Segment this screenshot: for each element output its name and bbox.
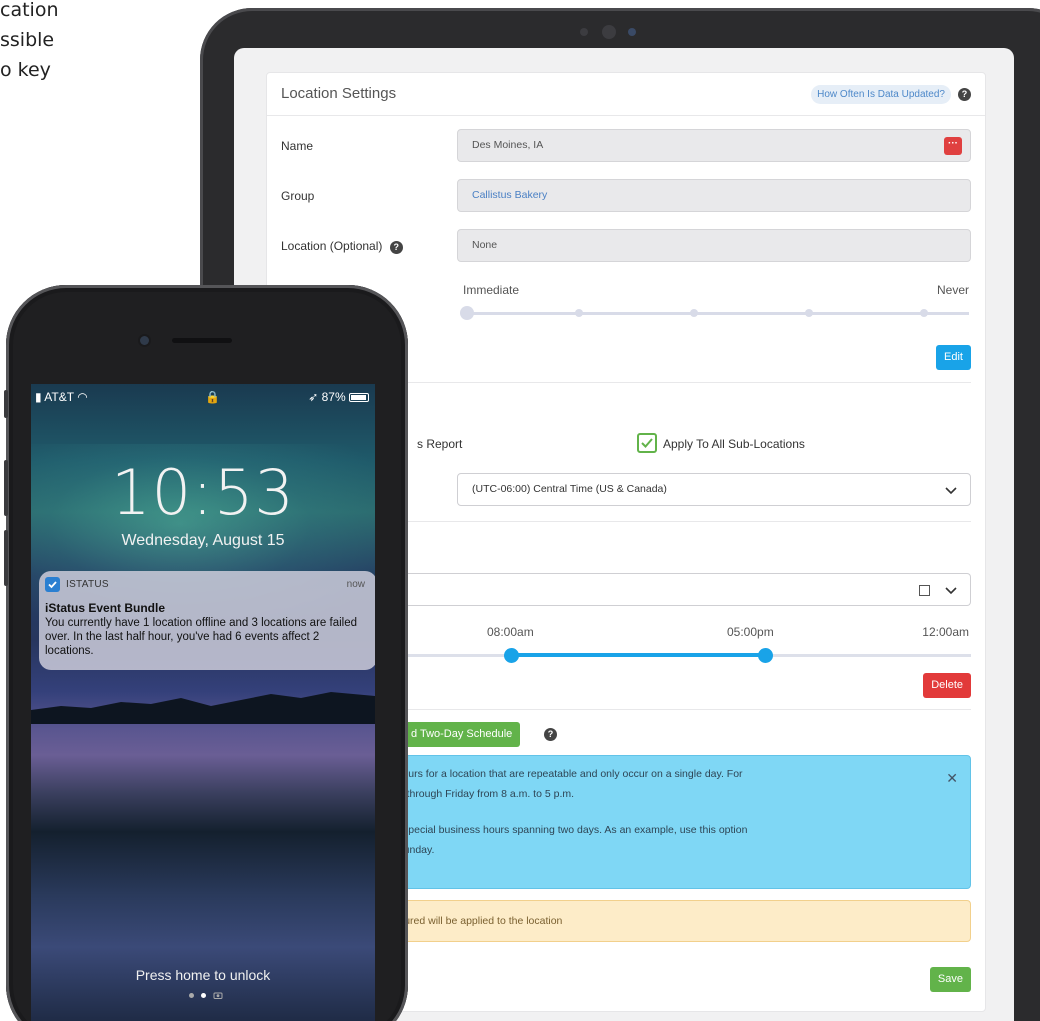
close-icon[interactable]: ✕ [946,770,958,787]
location-label: Location (Optional) ? [281,239,403,254]
lock-icon: 🔒 [205,390,220,404]
schedule-end-time: 05:00pm [727,625,774,639]
apply-all-label: Apply To All Sub-Locations [663,437,805,451]
schedule-start-time: 08:00am [487,625,534,639]
save-button[interactable]: Save [929,967,971,992]
delete-button[interactable]: Delete [923,673,971,698]
notification-delay-slider[interactable] [463,312,969,315]
chevron-down-icon [945,587,957,595]
notification-title: iStatus Event Bundle [45,601,166,615]
location-value: None [472,239,498,251]
copy-line: ssible [0,29,55,51]
wifi-icon: ◠ [77,390,88,404]
slider-max-label: Never [936,283,969,297]
copy-line: cation [0,0,59,21]
lock-clock: 10:53 [111,456,295,529]
battery-icon [349,393,369,403]
lock-screen: ▮ AT&T ◠ 🔒 ➶ 87% 10:53 Wednesday, August… [31,384,375,1021]
unlock-hint: Press home to unlock [135,967,271,983]
group-label: Group [281,189,315,203]
battery-percent: 87% [321,390,346,404]
volume-down-button [4,530,8,586]
page-indicator [189,990,229,1000]
help-icon[interactable]: ? [958,88,971,101]
volume-up-button [4,460,8,516]
name-label: Name [281,139,314,153]
data-update-help-link[interactable]: How Often Is Data Updated? [811,85,951,104]
group-value: Callistus Bakery [472,189,548,201]
copy-line: o key [0,59,51,81]
help-icon[interactable]: ? [389,241,403,254]
schedule-max-time: 12:00am [922,625,969,639]
group-field[interactable]: Callistus Bakery [457,179,971,212]
location-label-text: Location (Optional) [281,239,383,253]
istatus-app-icon [45,577,60,592]
start-time-handle[interactable] [504,648,519,663]
chevron-down-icon [945,487,957,495]
wallpaper-hills [31,692,375,724]
slider-tick [805,309,813,317]
add-two-day-schedule-button[interactable]: d Two-Day Schedule [403,722,521,747]
end-time-handle[interactable] [758,648,773,663]
notification-app-name: ISTATUS [66,579,109,590]
help-icon[interactable]: ? [544,728,557,741]
more-options-icon[interactable]: ··· [944,137,962,155]
status-battery: ➶ 87% [308,390,369,404]
slider-tick [575,309,583,317]
panel-title: Location Settings [281,85,397,102]
tablet-camera [580,25,650,39]
divider [267,115,985,116]
front-camera [140,336,149,345]
apply-all-checkbox[interactable] [637,433,657,453]
camera-icon [213,992,223,999]
report-label: s Report [417,437,463,451]
calendar-icon[interactable] [919,585,930,596]
lock-date: Wednesday, August 15 [121,532,285,549]
timezone-value: (UTC-06:00) Central Time (US & Canada) [472,483,667,495]
name-field[interactable]: Des Moines, IA ··· [457,129,971,162]
location-field[interactable]: None [457,229,971,262]
location-arrow-icon: ➶ [308,390,319,404]
status-carrier: ▮ AT&T ◠ [35,390,88,404]
slider-handle[interactable] [460,306,474,320]
business-hours-range [511,653,765,657]
slider-tick [690,309,698,317]
signal-icon: ▮ [35,390,42,404]
name-value: Des Moines, IA [472,139,544,151]
check-icon [641,438,653,448]
slider-tick [920,309,928,317]
slider-min-label: Immediate [463,283,520,297]
notification-card[interactable]: ISTATUS now iStatus Event Bundle You cur… [39,571,375,670]
earpiece-speaker [172,338,232,343]
edit-button[interactable]: Edit [936,345,971,370]
carrier-name: AT&T [44,390,74,404]
notification-time: now [346,579,365,590]
timezone-select[interactable]: (UTC-06:00) Central Time (US & Canada) [457,473,971,506]
mute-switch [4,390,8,418]
notification-body: You currently have 1 location offline an… [45,617,357,657]
